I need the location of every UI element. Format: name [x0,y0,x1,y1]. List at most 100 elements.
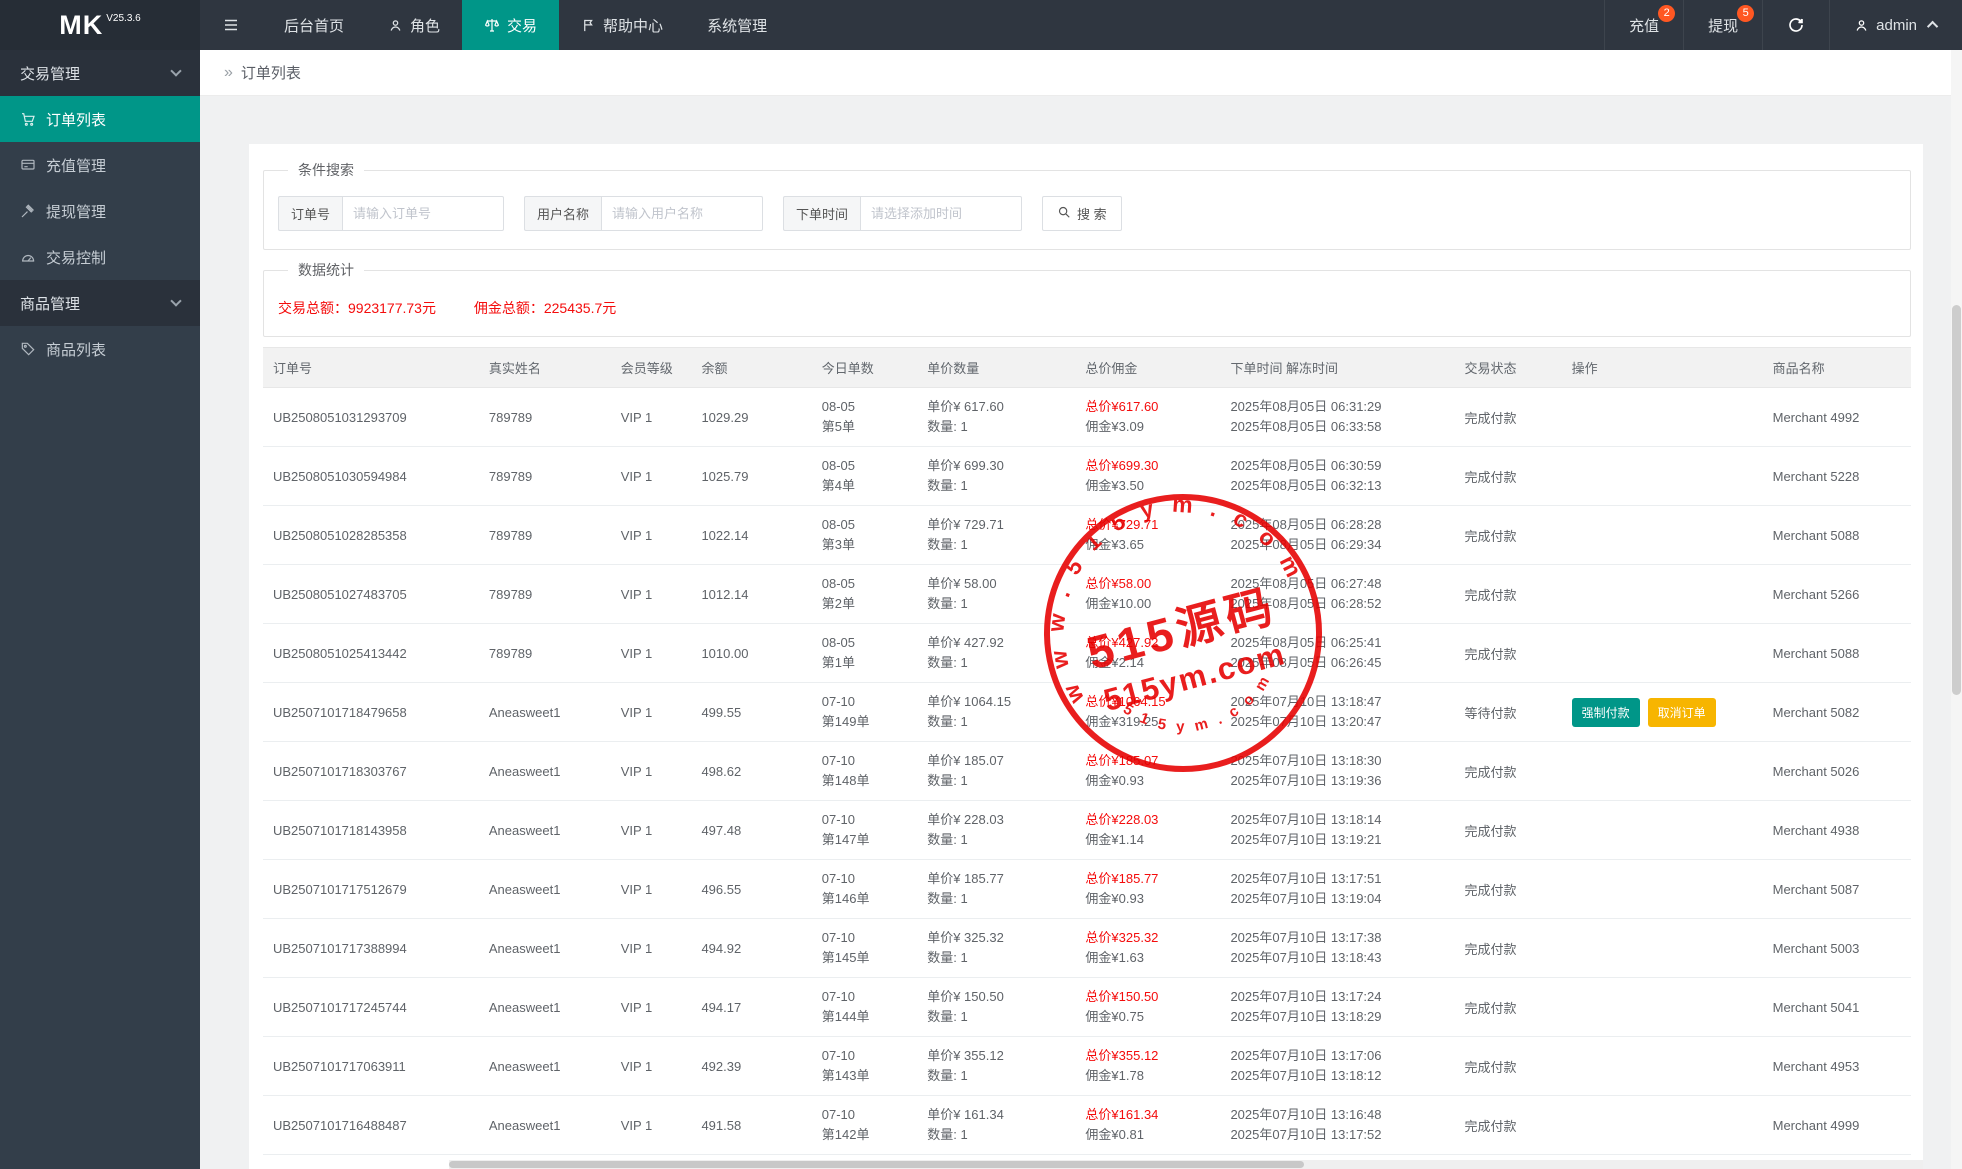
total-commission-cell: 总价¥1064.15佣金¥319.25 [1075,683,1220,742]
withdraw-button[interactable]: 提现 5 [1683,0,1762,50]
real-name-cell: Aneasweet1 [479,1037,611,1096]
sidebar-group-product-management[interactable]: 商品管理 [0,280,200,326]
sidebar-collapse-button[interactable] [200,0,262,50]
vip-level-cell: VIP 1 [611,447,692,506]
unit-price: 单价¥ 185.07 [927,751,1065,771]
unit-price: 单价¥ 228.03 [927,810,1065,830]
unit-price: 单价¥ 699.30 [927,456,1065,476]
status-cell: 等待付款 [1454,683,1561,742]
quantity: 数量: 1 [927,1125,1065,1145]
breadcrumb: » 订单列表 [200,50,1962,96]
refresh-button[interactable] [1762,0,1829,50]
unfreeze-time: 2025年08月05日 06:29:34 [1230,535,1444,555]
unit-price: 单价¥ 161.34 [927,1105,1065,1125]
sidebar-item-label: 交易控制 [46,247,106,268]
commission: 佣金¥0.75 [1085,1007,1210,1027]
balance-cell: 1025.79 [691,447,811,506]
tab-system[interactable]: 系统管理 [685,0,789,50]
table-row: UB2507101716488487Aneasweet1VIP 1491.580… [263,1096,1911,1155]
table-row: UB2508051030594984789789VIP 11025.7908-0… [263,447,1911,506]
order-seq: 第3单 [822,535,907,555]
force-pay-button[interactable]: 强制付款 [1572,698,1640,727]
column-header: 今日单数 [812,348,917,388]
search-icon [1057,205,1071,222]
vertical-scrollbar[interactable] [1951,50,1962,1169]
total-price: 总价¥185.77 [1085,869,1210,889]
stats-panel-legend: 数据统计 [288,260,364,280]
sidebar-item-product-list[interactable]: 商品列表 [0,326,200,372]
tab-trade[interactable]: 交易 [462,0,559,50]
unit-price-cell: 单价¥ 185.77数量: 1 [917,860,1075,919]
vertical-scrollbar-thumb[interactable] [1952,305,1961,695]
total-price: 总价¥1064.15 [1085,692,1210,712]
order-no-cell: UB2507101717512679 [263,860,479,919]
search-button[interactable]: 搜 索 [1042,196,1122,231]
order-seq: 第4单 [822,476,907,496]
sidebar-item-withdraw-management[interactable]: 提现管理 [0,188,200,234]
quantity: 数量: 1 [927,476,1065,496]
order-table: 订单号真实姓名会员等级余额今日单数单价数量总价佣金下单时间 解冻时间交易状态操作… [263,347,1911,1169]
today-orders-cell: 07-10第147单 [812,801,917,860]
tab-label: 交易 [507,15,537,36]
top-navbar: MK V25.3.6 后台首页 角色 交易 帮助中心 [0,0,1962,50]
total-amount-value: 9923177.73元 [348,300,436,316]
today-orders-cell: 07-10第146单 [812,860,917,919]
user-menu[interactable]: admin [1829,0,1962,50]
username-input[interactable] [601,196,763,231]
order-date: 08-05 [822,574,907,594]
time-cell: 2025年08月05日 06:25:412025年08月05日 06:26:45 [1220,624,1454,683]
tab-help-center[interactable]: 帮助中心 [559,0,685,50]
today-orders-cell: 08-05第1单 [812,624,917,683]
time-cell: 2025年07月10日 13:17:512025年07月10日 13:19:04 [1220,860,1454,919]
status-cell: 完成付款 [1454,742,1561,801]
order-date: 07-10 [822,810,907,830]
cart-icon [20,111,36,127]
merchant-name-cell: Merchant 4992 [1763,388,1911,447]
commission-total-value: 225435.7元 [544,300,616,316]
merchant-name-cell: Merchant 5041 [1763,978,1911,1037]
order-time: 2025年07月10日 13:16:48 [1230,1105,1444,1125]
search-panel-legend: 条件搜索 [288,160,364,180]
card-icon [20,157,36,173]
main-content: » 订单列表 条件搜索 订单号 用户名称 下单时间 [200,50,1962,1169]
balance-cell: 1012.14 [691,565,811,624]
sidebar-item-trade-control[interactable]: 交易控制 [0,234,200,280]
total-commission-cell: 总价¥427.92佣金¥2.14 [1075,624,1220,683]
horizontal-scrollbar[interactable] [449,1160,1923,1169]
user-icon [1854,18,1869,33]
tab-roles[interactable]: 角色 [366,0,462,50]
recharge-button[interactable]: 充值 2 [1604,0,1683,50]
commission: 佣金¥0.93 [1085,771,1210,791]
order-no-cell: UB2508051031293709 [263,388,479,447]
order-no-input[interactable] [342,196,504,231]
order-no-cell: UB2508051030594984 [263,447,479,506]
horizontal-scrollbar-thumb[interactable] [449,1161,1304,1168]
actions-cell [1562,919,1763,978]
order-time-input[interactable] [860,196,1022,231]
quantity: 数量: 1 [927,653,1065,673]
unfreeze-time: 2025年08月05日 06:28:52 [1230,594,1444,614]
tab-label: 系统管理 [707,15,767,36]
vip-level-cell: VIP 1 [611,978,692,1037]
cancel-order-button[interactable]: 取消订单 [1648,698,1716,727]
order-time-field-group: 下单时间 [783,196,1022,231]
actions-cell [1562,624,1763,683]
vip-level-cell: VIP 1 [611,860,692,919]
commission-total-label: 佣金总额： [474,300,544,316]
order-date: 07-10 [822,987,907,1007]
withdraw-label: 提现 [1708,15,1738,36]
sidebar-group-trade-management[interactable]: 交易管理 [0,50,200,96]
flag-icon [581,18,596,33]
tab-dashboard[interactable]: 后台首页 [262,0,366,50]
table-row: UB2507101718479658Aneasweet1VIP 1499.550… [263,683,1911,742]
sidebar-item-order-list[interactable]: 订单列表 [0,96,200,142]
sidebar-item-recharge-management[interactable]: 充值管理 [0,142,200,188]
order-time: 2025年07月10日 13:17:51 [1230,869,1444,889]
order-time: 2025年08月05日 06:28:28 [1230,515,1444,535]
sidebar-item-label: 订单列表 [46,109,106,130]
unit-price: 单价¥ 617.60 [927,397,1065,417]
time-cell: 2025年07月10日 13:17:242025年07月10日 13:18:29 [1220,978,1454,1037]
today-orders-cell: 07-10第145单 [812,919,917,978]
merchant-name-cell: Merchant 5087 [1763,860,1911,919]
quantity: 数量: 1 [927,535,1065,555]
